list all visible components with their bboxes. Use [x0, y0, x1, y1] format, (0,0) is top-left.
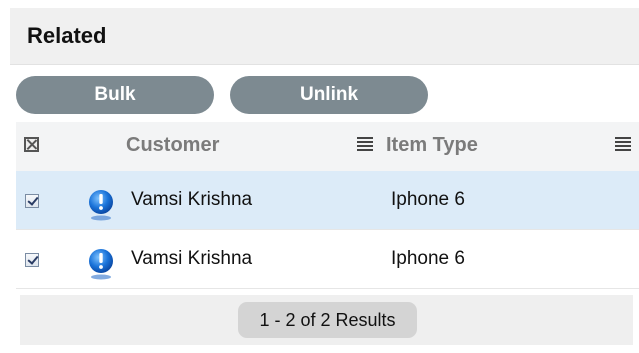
row-checkbox[interactable] [25, 194, 39, 208]
item-type-cell: Iphone 6 [391, 189, 465, 210]
unlink-button[interactable]: Unlink [230, 76, 428, 114]
bulk-button[interactable]: Bulk [16, 76, 214, 114]
deselect-all-icon[interactable] [24, 137, 39, 152]
related-panel: Related Bulk Unlink Customer Item Type V… [10, 8, 639, 353]
column-menu-icon[interactable] [615, 136, 631, 152]
row-checkbox[interactable] [25, 253, 39, 267]
column-menu-icon[interactable] [357, 136, 373, 152]
item-type-cell: Iphone 6 [391, 248, 465, 269]
table-row[interactable]: Vamsi Krishna Iphone 6 [16, 171, 639, 230]
customer-cell: Vamsi Krishna [131, 248, 253, 269]
panel-header: Related [10, 8, 639, 65]
table-header: Customer Item Type [16, 122, 639, 171]
column-header-customer[interactable]: Customer [126, 134, 219, 157]
table-row[interactable]: Vamsi Krishna Iphone 6 [16, 230, 639, 289]
panel-title: Related [27, 23, 107, 48]
column-header-item-type[interactable]: Item Type [386, 134, 478, 157]
results-summary: 1 - 2 of 2 Results [238, 302, 417, 338]
pagination-bar: 1 - 2 of 2 Results [20, 295, 633, 345]
related-items-table: Customer Item Type Vamsi Krishna Iphone … [16, 122, 639, 289]
info-icon[interactable] [86, 247, 116, 281]
info-icon[interactable] [86, 188, 116, 222]
customer-cell: Vamsi Krishna [131, 189, 253, 210]
